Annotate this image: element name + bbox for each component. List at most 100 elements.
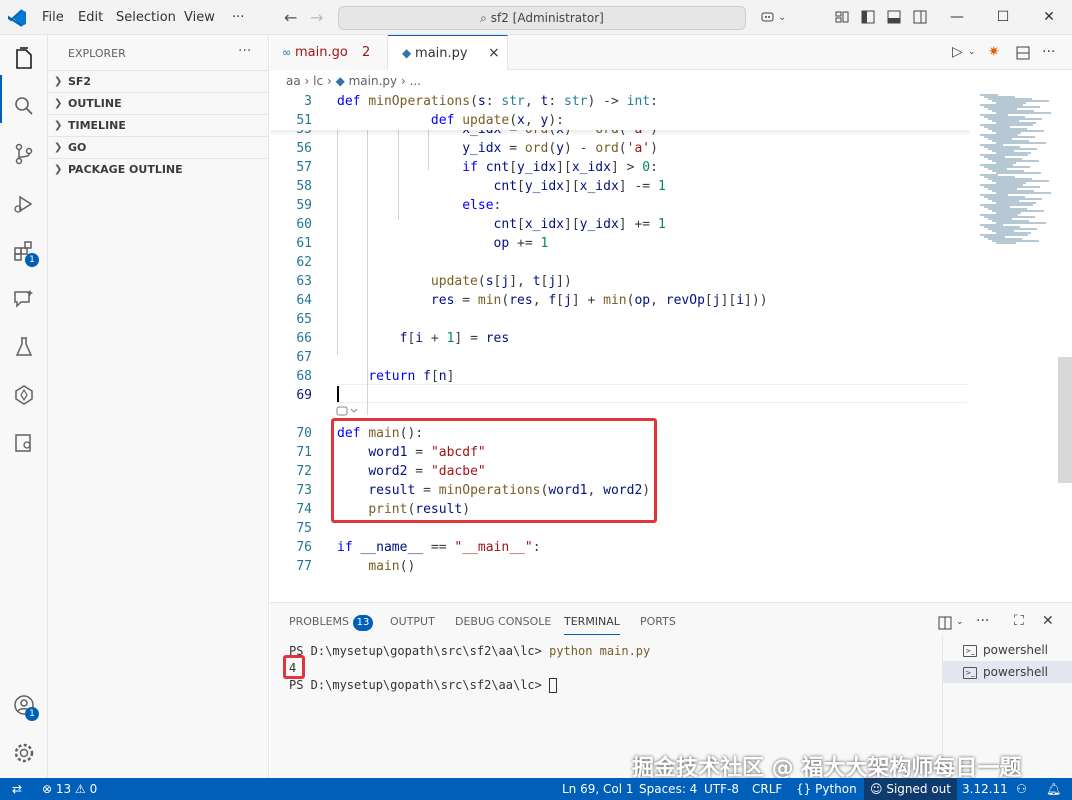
terminal-cursor — [549, 678, 558, 693]
copilot-hint-icon[interactable] — [336, 405, 360, 417]
terminal-line-3[interactable]: PS D:\mysetup\gopath\src\sf2\aa\lc> — [289, 677, 558, 694]
close-panel-icon[interactable]: ✕ — [1042, 613, 1054, 629]
menu-view[interactable]: View — [184, 0, 215, 35]
command-center-search[interactable]: ⌕ sf2 [Administrator] — [338, 6, 746, 30]
tab-ports[interactable]: PORTS — [640, 613, 676, 635]
editor-scrollbar[interactable] — [1058, 357, 1072, 483]
minimize-icon[interactable]: — — [934, 0, 980, 35]
testing-icon[interactable] — [12, 335, 36, 359]
search-icon[interactable] — [12, 94, 36, 118]
breadcrumb-main-py[interactable]: main.py — [349, 74, 398, 88]
code-line[interactable]: 63 update(s[j], t[j]) — [270, 272, 970, 291]
copilot-dropdown-icon[interactable]: ⌄ — [778, 0, 786, 35]
code-line[interactable]: 62 — [270, 253, 970, 272]
problems-status[interactable]: ⊗ 13 ⚠ 0 — [42, 778, 97, 800]
source-control-icon[interactable] — [12, 142, 36, 166]
tab-main-go[interactable]: ∞ main.go 2 — [270, 35, 388, 70]
cursor-position[interactable]: Ln 69, Col 1 — [562, 778, 634, 800]
maximize-icon[interactable]: ☐ — [980, 0, 1026, 35]
code-text: cnt[y_idx][x_idx] -= 1 — [493, 179, 666, 194]
sidebar-more-actions[interactable]: ··· — [238, 43, 251, 59]
editor-more-icon[interactable]: ··· — [1042, 35, 1055, 70]
maximize-panel-icon[interactable]: ⛶ — [1014, 613, 1024, 629]
terminal-line-1[interactable]: PS D:\mysetup\gopath\src\sf2\aa\lc> pyth… — [289, 643, 650, 660]
code-line[interactable]: 68 return f[n] — [270, 367, 970, 386]
section-timeline[interactable]: ❯ TIMELINE — [48, 114, 269, 136]
tab-terminal[interactable]: TERMINAL — [564, 613, 620, 635]
remote-chat-icon[interactable] — [12, 287, 36, 311]
remote-icon[interactable]: ⇄ — [0, 778, 34, 800]
breadcrumb-aa[interactable]: aa — [286, 74, 301, 88]
line-number: 63 — [296, 274, 312, 289]
toggle-sidebar-icon[interactable] — [860, 9, 876, 25]
python-version[interactable]: 3.12.11 — [962, 778, 1008, 800]
run-dropdown-icon[interactable]: ⌄ — [968, 35, 976, 70]
back-arrow-icon[interactable]: ← — [284, 0, 297, 35]
menu-file[interactable]: File — [42, 0, 64, 35]
copilot-status-icon[interactable]: ⚇ — [1016, 778, 1027, 800]
section-outline[interactable]: ❯ OUTLINE — [48, 92, 269, 114]
toggle-panel-icon[interactable] — [886, 9, 902, 25]
forward-arrow-icon[interactable]: → — [310, 0, 323, 35]
minimap[interactable] — [970, 92, 1058, 602]
section-package-outline[interactable]: ❯ PACKAGE OUTLINE — [48, 158, 269, 180]
end-of-line[interactable]: CRLF — [752, 778, 782, 800]
terminal-item-powershell-1[interactable]: >_ powershell — [963, 639, 1048, 661]
breadcrumb-more[interactable]: ... — [410, 74, 421, 88]
go-file-icon: ∞ — [282, 46, 295, 59]
sticky-scroll[interactable]: 3 def minOperations(s: str, t: str) -> in… — [270, 92, 970, 130]
indentation[interactable]: Spaces: 4 — [639, 778, 697, 800]
tab-output[interactable]: OUTPUT — [390, 613, 435, 635]
code-line[interactable]: 60 cnt[x_idx][y_idx] += 1 — [270, 215, 970, 234]
toggle-secondary-sidebar-icon[interactable] — [912, 9, 928, 25]
terminal-item-powershell-2[interactable]: >_ powershell — [943, 661, 1072, 683]
code-editor[interactable]: 3 def minOperations(s: str, t: str) -> in… — [270, 92, 970, 602]
code-line[interactable]: 65 — [270, 310, 970, 329]
split-editor-icon[interactable] — [1015, 45, 1031, 61]
close-window-icon[interactable]: ✕ — [1026, 0, 1072, 35]
run-debug-icon[interactable] — [12, 192, 36, 216]
code-line[interactable]: 66 f[i + 1] = res — [270, 329, 970, 348]
code-line[interactable]: 59 else: — [270, 196, 970, 215]
settings-gear-icon[interactable] — [12, 741, 36, 765]
go-icon[interactable] — [12, 383, 36, 407]
code-line[interactable]: 61 op += 1 — [270, 234, 970, 253]
package-outline-icon[interactable] — [12, 431, 36, 455]
code-line[interactable]: 51 def update(x, y): — [270, 111, 970, 130]
layout-customize-icon[interactable] — [834, 9, 850, 25]
menu-edit[interactable]: Edit — [78, 0, 103, 35]
activity-bar: 1 1 — [0, 35, 48, 778]
code-line[interactable]: 67 — [270, 348, 970, 367]
tab-main-py[interactable]: ◆ main.py × — [388, 35, 508, 70]
code-line[interactable]: 58 cnt[y_idx][x_idx] -= 1 — [270, 177, 970, 196]
error-icon: ⊗ — [42, 782, 53, 796]
python-file-icon: ◆ — [335, 74, 349, 88]
section-sf2[interactable]: ❯ SF2 — [48, 70, 269, 92]
tab-debug-console[interactable]: DEBUG CONSOLE — [455, 613, 551, 635]
code-line[interactable]: 64 res = min(res, f[j] + min(op, revOp[j… — [270, 291, 970, 310]
code-line[interactable]: 76 if __name__ == "__main__": — [270, 538, 970, 557]
encoding[interactable]: UTF-8 — [704, 778, 739, 800]
signed-out-status[interactable]: ☺ Signed out — [864, 778, 957, 800]
panel-more-icon[interactable]: ··· — [976, 613, 989, 629]
split-terminal-icon[interactable] — [937, 615, 953, 631]
breadcrumb-lc[interactable]: lc — [313, 74, 323, 88]
menu-selection[interactable]: Selection — [116, 0, 176, 35]
menu-more[interactable]: ··· — [232, 0, 244, 35]
language-mode[interactable]: {} Python — [796, 778, 857, 800]
notifications-bell-icon[interactable]: 🔔︎ — [1046, 778, 1061, 800]
minimap-line — [996, 242, 1016, 244]
terminal-dropdown-icon[interactable]: ⌄ — [956, 617, 964, 627]
code-line[interactable]: 69 — [270, 386, 970, 405]
code-line[interactable]: 77 main() — [270, 557, 970, 576]
explorer-icon[interactable] — [12, 47, 36, 71]
run-file-icon[interactable]: ▷ — [952, 35, 963, 70]
copilot-spark-icon[interactable]: ✷ — [988, 35, 1000, 70]
section-go[interactable]: ❯ GO — [48, 136, 269, 158]
code-line[interactable]: 56 y_idx = ord(y) - ord('a') — [270, 139, 970, 158]
code-line[interactable]: 3 def minOperations(s: str, t: str) -> in… — [270, 92, 970, 111]
code-line[interactable]: 57 if cnt[y_idx][x_idx] > 0: — [270, 158, 970, 177]
copilot-icon[interactable] — [760, 9, 776, 25]
close-tab-icon[interactable]: × — [488, 36, 500, 71]
tab-problems[interactable]: PROBLEMS 13 — [289, 613, 374, 635]
